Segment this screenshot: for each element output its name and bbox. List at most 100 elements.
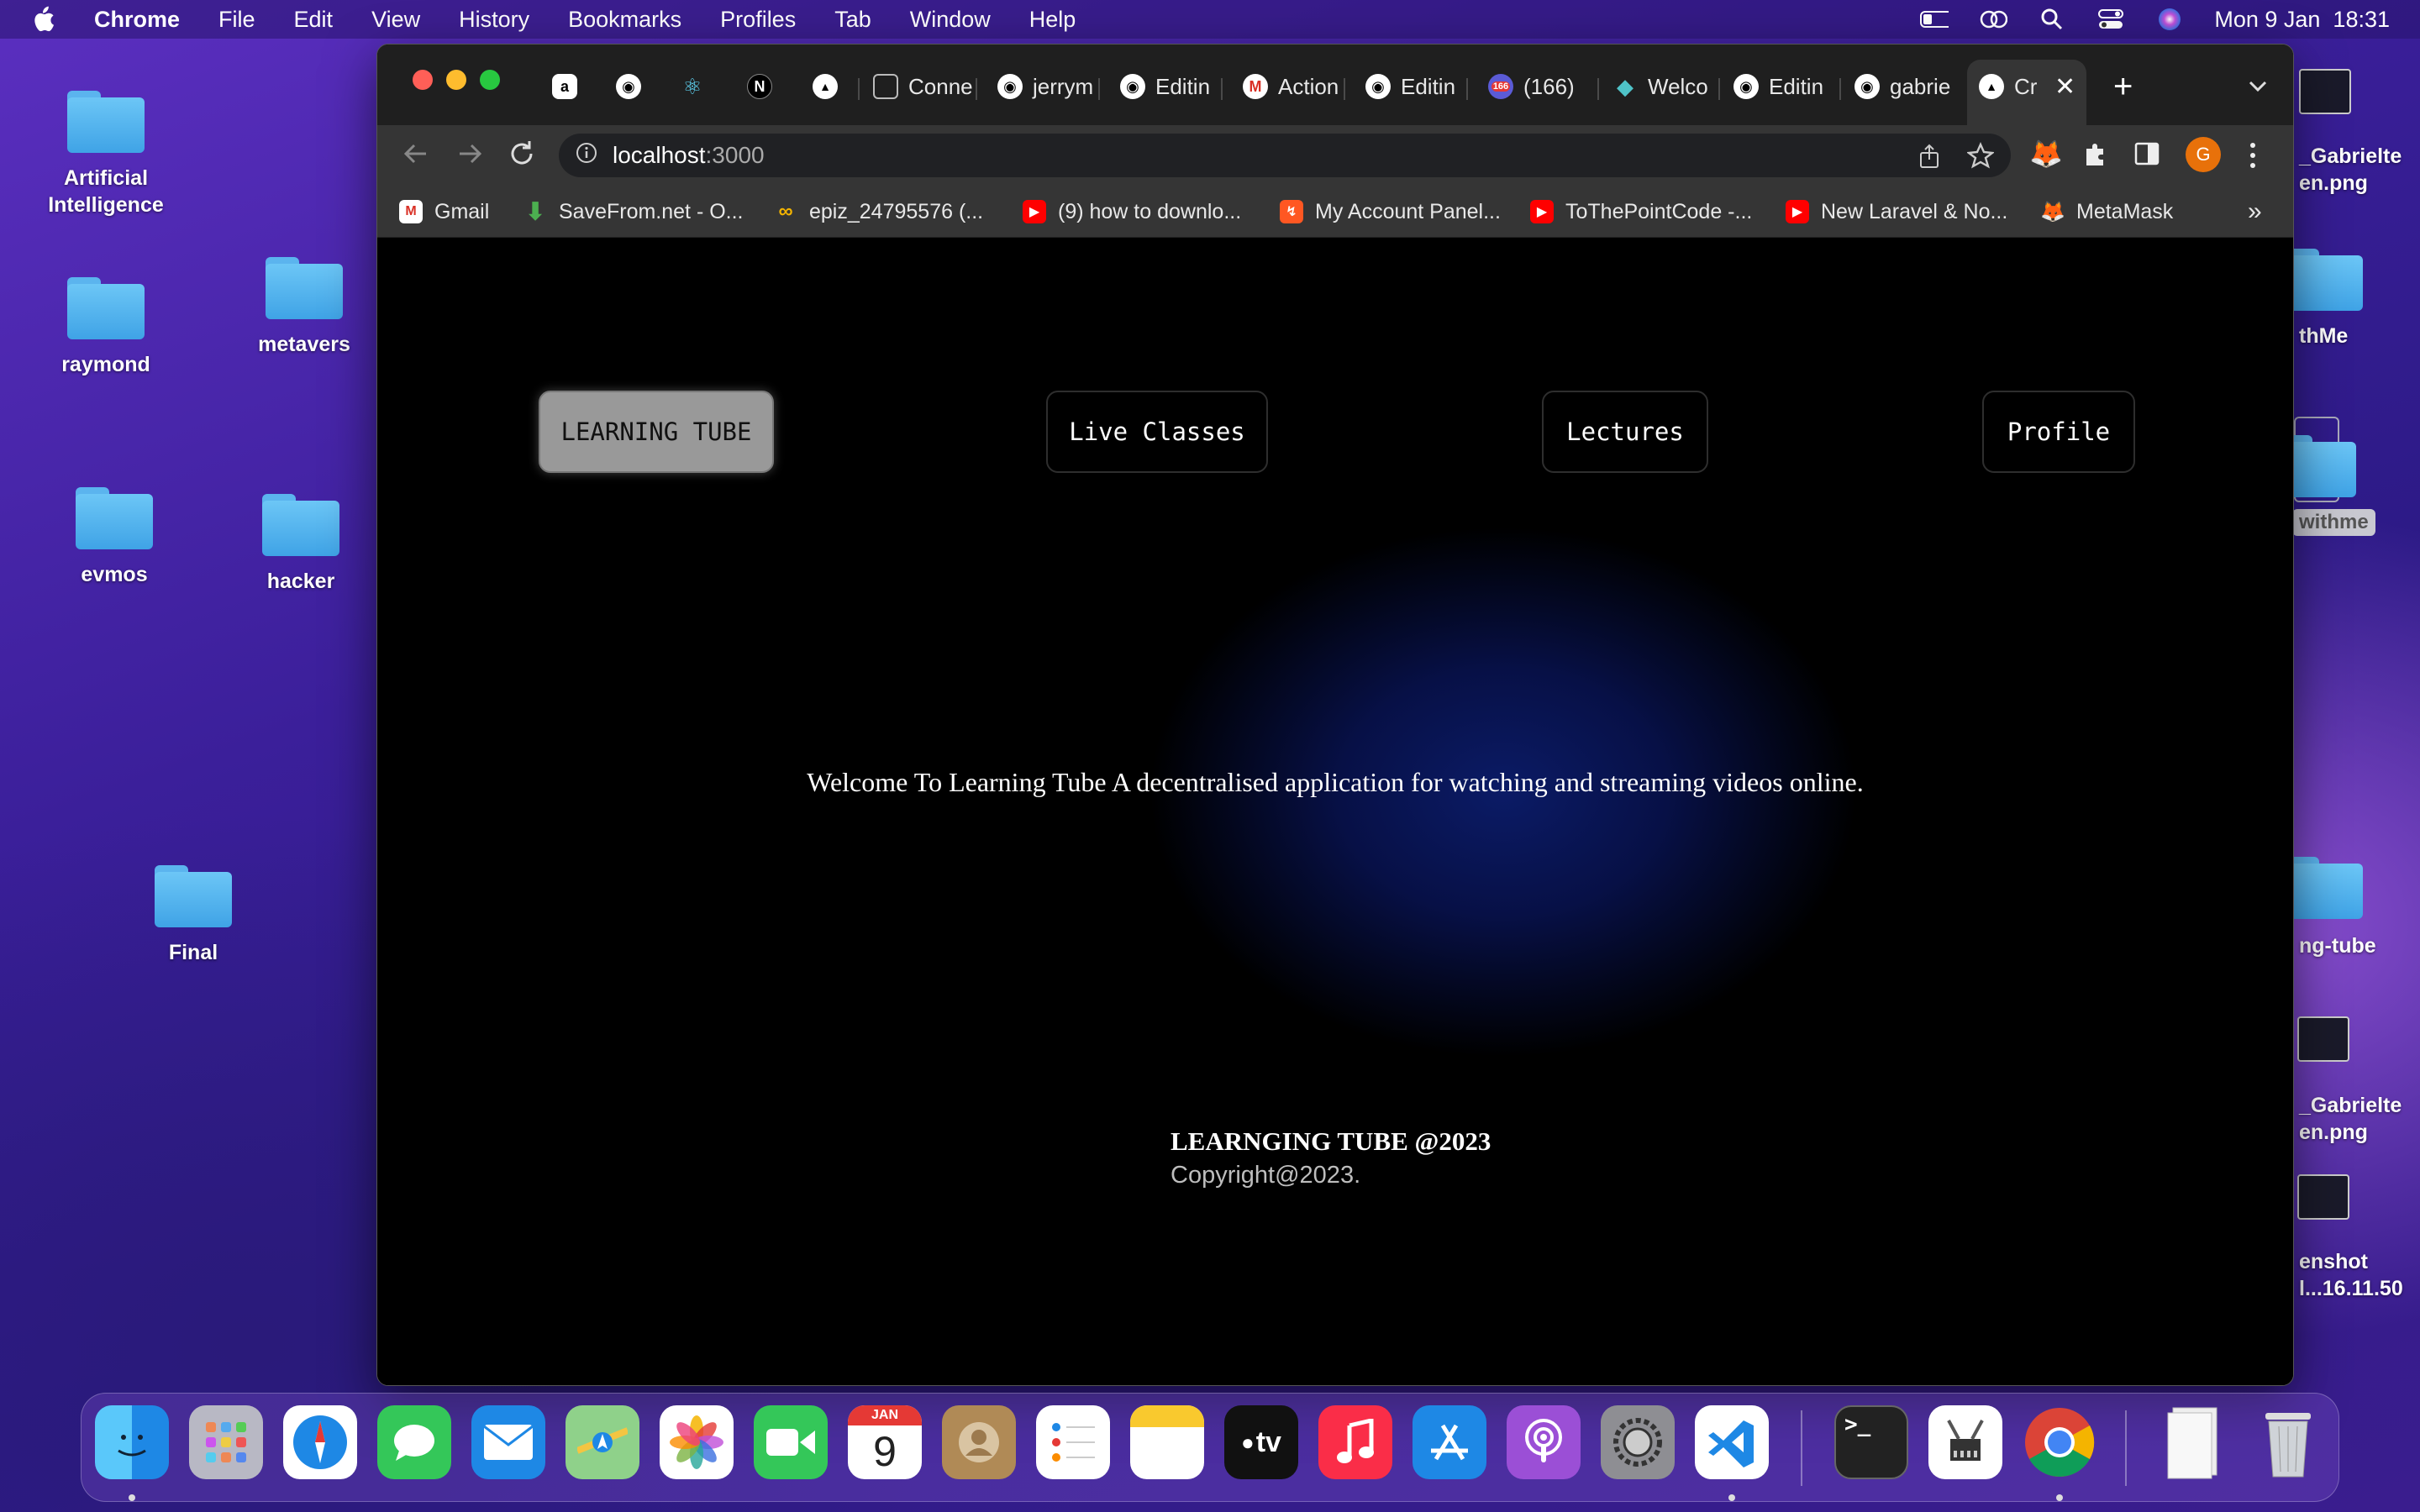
screen-mirroring-icon[interactable] (1979, 8, 2008, 30)
launchpad-icon[interactable] (189, 1405, 263, 1479)
system-preferences-icon[interactable] (1601, 1405, 1675, 1479)
bookmark-how-to-download[interactable]: ▶ (9) how to downlo... (1023, 196, 1241, 228)
desktop-folder-label: withme (2292, 509, 2375, 536)
bookmark-gmail[interactable]: M Gmail (399, 196, 489, 228)
nav-learning-tube-button[interactable]: LEARNING TUBE (539, 391, 774, 473)
battery-icon[interactable] (1920, 8, 1949, 30)
menu-window[interactable]: Window (910, 7, 991, 33)
bookmark-new-laravel[interactable]: ▶ New Laravel & No... (1786, 196, 2007, 228)
menu-history[interactable]: History (459, 7, 529, 33)
side-panel-icon[interactable] (2133, 140, 2160, 171)
tab-editing-2[interactable]: ◉ Editin (1365, 63, 1463, 110)
maps-icon[interactable] (566, 1405, 639, 1479)
messages-icon[interactable] (377, 1405, 451, 1479)
desktop-file-thumbnail[interactable] (2299, 69, 2351, 114)
tab-welcome[interactable]: ◆ Welco (1612, 63, 1715, 110)
menu-view[interactable]: View (371, 7, 420, 33)
site-info-icon[interactable] (576, 142, 597, 170)
tab-search-icon[interactable] (2248, 63, 2268, 110)
menu-app-chrome[interactable]: Chrome (94, 7, 180, 33)
desktop-folder-metavers[interactable]: metavers (220, 257, 388, 358)
address-bar[interactable]: localhost:3000 (559, 134, 2011, 177)
pinned-tab[interactable]: ◉ (616, 63, 651, 110)
desktop-folder-artificial-intelligence[interactable]: Artificial Intelligence (22, 91, 190, 218)
apple-menu-icon[interactable] (30, 5, 55, 34)
notes-icon[interactable] (1130, 1405, 1204, 1479)
tab-editing-3[interactable]: ◉ Editin (1733, 63, 1834, 110)
facetime-icon[interactable] (754, 1405, 828, 1479)
bookmark-savefrom[interactable]: ⬇ SaveFrom.net - O... (523, 196, 743, 228)
pinned-tab[interactable]: N (747, 63, 782, 110)
vscode-icon[interactable] (1695, 1405, 1769, 1479)
reminders-icon[interactable] (1036, 1405, 1110, 1479)
document-stack-icon[interactable] (2157, 1405, 2231, 1479)
tab-jerrym[interactable]: ◉ jerrym (997, 63, 1095, 110)
reload-button[interactable] (507, 139, 537, 173)
desktop-file-thumbnail[interactable] (2297, 1016, 2349, 1062)
zoom-window-button[interactable] (480, 70, 500, 90)
system-information-icon[interactable] (1928, 1405, 2002, 1479)
minimize-window-button[interactable] (446, 70, 466, 90)
tab-166[interactable]: 166 (166) (1488, 63, 1592, 110)
menu-bookmarks[interactable]: Bookmarks (568, 7, 681, 33)
close-tab-icon[interactable]: ✕ (2054, 63, 2075, 110)
music-icon[interactable] (1318, 1405, 1392, 1479)
share-icon[interactable] (1918, 144, 1940, 175)
menu-profiles[interactable]: Profiles (720, 7, 796, 33)
back-button[interactable] (401, 139, 431, 173)
profile-avatar[interactable]: G (2186, 137, 2221, 172)
url-host: localhost (613, 142, 706, 168)
desktop-folder-final[interactable]: Final (109, 865, 277, 966)
tab-action[interactable]: M Action (1243, 63, 1342, 110)
bookmark-metamask[interactable]: 🦊 MetaMask (2040, 196, 2173, 228)
bookmark-star-icon[interactable] (1965, 142, 1996, 175)
trash-icon[interactable] (2251, 1405, 2325, 1479)
pinned-tab[interactable]: a (552, 63, 587, 110)
podcasts-icon[interactable] (1507, 1405, 1581, 1479)
clock[interactable]: Mon 9 Jan 18:31 (2214, 7, 2390, 33)
folder-icon[interactable] (2286, 249, 2363, 311)
pinned-tab[interactable]: ⚛ (680, 63, 715, 110)
extensions-puzzle-icon[interactable] (2081, 139, 2112, 173)
photos-icon[interactable] (660, 1405, 734, 1479)
menu-tab[interactable]: Tab (834, 7, 871, 33)
app-store-icon[interactable] (1413, 1405, 1486, 1479)
safari-icon[interactable] (283, 1405, 357, 1479)
close-window-button[interactable] (413, 70, 433, 90)
spotlight-search-icon[interactable] (2038, 8, 2066, 30)
folder-icon[interactable] (2286, 857, 2363, 919)
menu-file[interactable]: File (218, 7, 255, 33)
chrome-icon[interactable] (2023, 1405, 2096, 1479)
finder-icon[interactable] (95, 1405, 169, 1479)
more-menu-icon[interactable] (2248, 140, 2258, 175)
control-center-icon[interactable] (2096, 8, 2125, 30)
desktop-folder-hacker[interactable]: hacker (217, 494, 385, 595)
tab-gabriel[interactable]: ◉ gabrie (1854, 63, 1955, 110)
menu-edit[interactable]: Edit (294, 7, 334, 33)
forward-button[interactable] (455, 139, 485, 173)
diamond-icon: ◆ (1617, 73, 1634, 99)
nav-live-classes-button[interactable]: Live Classes (1046, 391, 1268, 473)
apple-tv-icon[interactable]: ● tv (1224, 1405, 1298, 1479)
contacts-icon[interactable] (942, 1405, 1016, 1479)
terminal-icon[interactable]: >_ (1834, 1405, 1908, 1479)
nav-lectures-button[interactable]: Lectures (1542, 391, 1708, 473)
bookmarks-overflow-button[interactable]: » (2248, 196, 2262, 228)
bookmark-my-account-panel[interactable]: ↯ My Account Panel... (1280, 196, 1501, 228)
tab-conne[interactable]: Conne (873, 63, 972, 110)
bookmark-epiz[interactable]: ∞ epiz_24795576 (... (774, 196, 983, 228)
calendar-icon[interactable]: JAN 9 (848, 1405, 922, 1479)
mail-icon[interactable] (471, 1405, 545, 1479)
desktop-folder-raymond[interactable]: raymond (22, 277, 190, 378)
siri-icon[interactable] (2155, 8, 2184, 30)
pinned-tab[interactable]: ▲ (813, 63, 848, 110)
tab-active-title[interactable]: ▲ Cr (1979, 63, 2053, 110)
tab-editing-1[interactable]: ◉ Editin (1120, 63, 1218, 110)
metamask-extension-icon[interactable]: 🦊 (2029, 137, 2063, 171)
desktop-folder-evmos[interactable]: evmos (30, 487, 198, 588)
menu-help[interactable]: Help (1029, 7, 1076, 33)
desktop-file-thumbnail[interactable] (2297, 1174, 2349, 1220)
bookmark-tothepointcode[interactable]: ▶ ToThePointCode -... (1530, 196, 1752, 228)
new-tab-button[interactable]: + (2113, 63, 2133, 110)
nav-profile-button[interactable]: Profile (1982, 391, 2135, 473)
